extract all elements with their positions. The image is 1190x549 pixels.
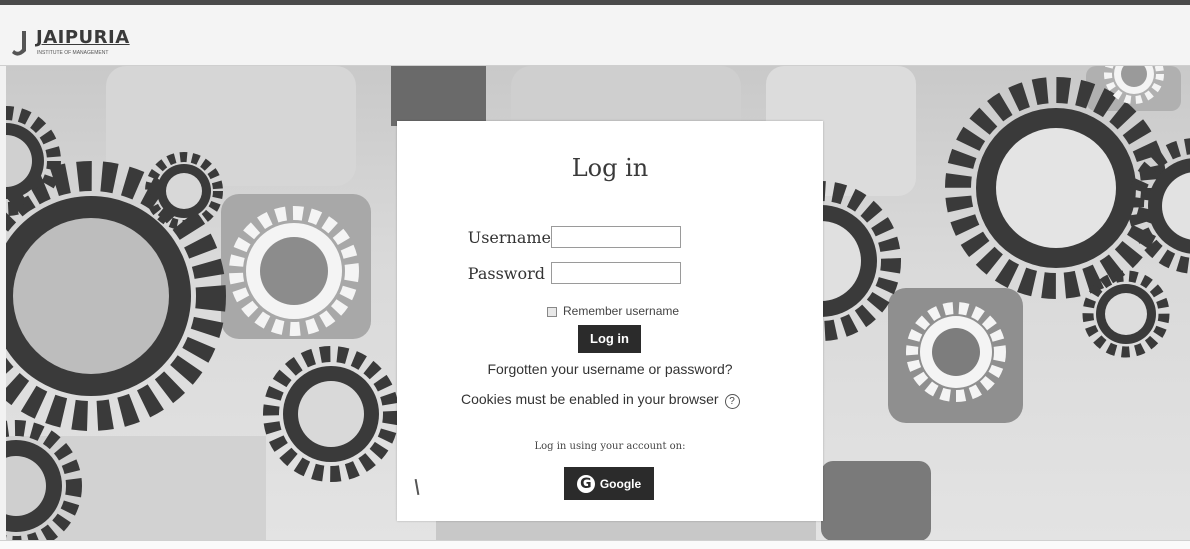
logo-mark-icon [12,31,26,56]
cookies-notice-text: Cookies must be enabled in your browser [461,391,719,407]
google-login-button[interactable]: G Google [564,467,654,500]
username-label: Username [467,228,551,247]
google-icon: G [576,474,595,493]
text-cursor-mark [414,478,420,496]
site-header: JAIPURIA INSTITUTE OF MANAGEMENT [0,5,1190,66]
logo-subtitle: INSTITUTE OF MANAGEMENT [37,50,109,56]
forgot-password-link[interactable]: Forgotten your username or password? [397,361,823,377]
google-button-label: Google [599,476,642,491]
password-label: Password [467,264,545,283]
oauth-label: Log in using your account on: [534,441,686,452]
remember-username-label: Remember username [563,304,680,318]
password-input[interactable] [551,262,681,284]
cookies-notice: Cookies must be enabled in your browser? [461,391,740,409]
login-button[interactable]: Log in [578,325,641,353]
login-title: Log in [571,154,649,182]
remember-username-checkbox[interactable] [547,306,557,317]
help-icon[interactable]: ? [724,394,740,409]
login-panel: Log in Username Password Remember userna… [397,121,823,521]
site-logo[interactable]: JAIPURIA INSTITUTE OF MANAGEMENT [8,23,138,63]
logo-name: JAIPURIA [36,27,130,48]
remember-username-row[interactable]: Remember username [547,304,679,318]
username-input[interactable] [551,226,681,248]
